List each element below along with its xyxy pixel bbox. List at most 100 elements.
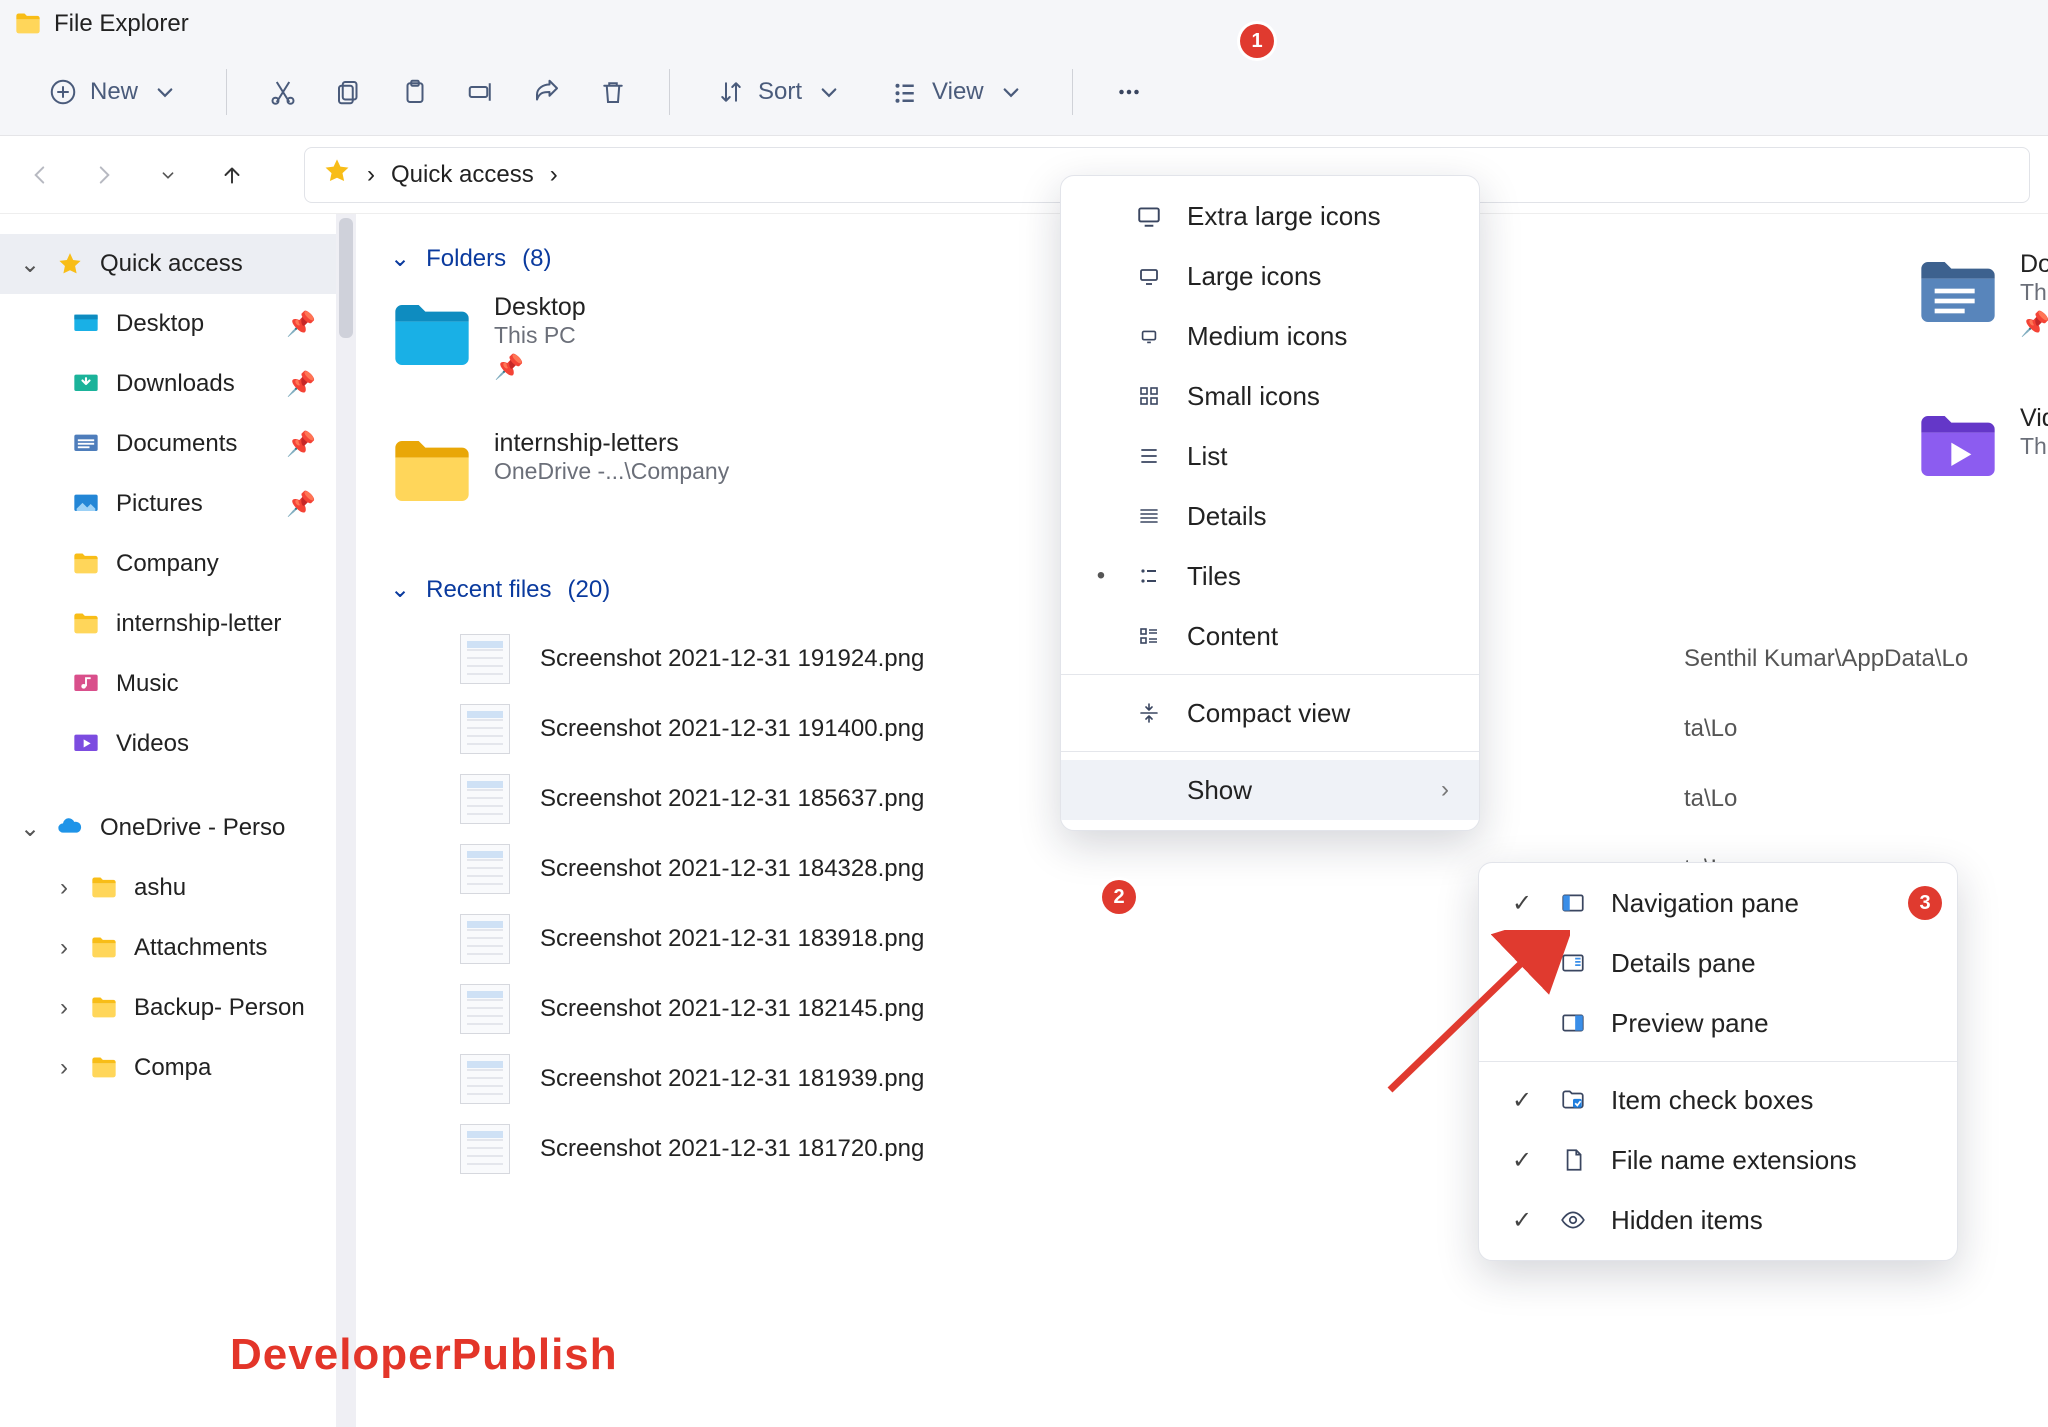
sidebar-item-ashu[interactable]: › ashu [0,858,336,918]
folder-sub: This PC [2020,279,2048,306]
menu-details[interactable]: Details [1061,486,1479,546]
music-icon [70,668,102,700]
sidebar-item-label: Attachments [134,934,316,962]
menu-label: Details [1187,501,1449,532]
share-button[interactable] [519,64,575,120]
file-path: ta\Lo [1684,785,2014,813]
toolbar-divider [226,69,227,115]
menu-tiles[interactable]: •Tiles [1061,546,1479,606]
sidebar-item-desktop[interactable]: Desktop 📌 [0,294,336,354]
content-icon [1133,620,1165,652]
videos-icon [70,728,102,760]
menu-small-icons[interactable]: Small icons [1061,366,1479,426]
check-icon: ✓ [1509,889,1535,918]
menu-medium-icons[interactable]: Medium icons [1061,306,1479,366]
menu-list[interactable]: List [1061,426,1479,486]
sidebar-item-backup[interactable]: › Backup- Person [0,978,336,1038]
sidebar-item-company[interactable]: Company [0,534,336,594]
menu-file-extensions[interactable]: ✓File name extensions [1479,1130,1957,1190]
nav-row: › Quick access › [0,136,2048,214]
sidebar-item-label: Videos [116,730,316,758]
menu-extra-large-icons[interactable]: Extra large icons [1061,186,1479,246]
menu-content[interactable]: Content [1061,606,1479,666]
folder-tile-internship[interactable]: internship-letters OneDrive -...\Company [390,429,870,525]
file-icon [1557,1144,1589,1176]
folder-name: Documents [2020,250,2048,279]
sidebar-scrollbar[interactable] [336,214,356,1427]
menu-label: Medium icons [1187,321,1449,352]
folder-icon [70,608,102,640]
back-button[interactable] [18,153,62,197]
navigation-pane[interactable]: ⌄ Quick access Desktop 📌 Downloads 📌 Doc… [0,214,336,1427]
menu-label: Large icons [1187,261,1449,292]
copy-button[interactable] [321,64,377,120]
sidebar-item-music[interactable]: Music [0,654,336,714]
chevron-down-icon: ⌄ [390,575,410,604]
menu-label: Preview pane [1611,1008,1927,1039]
folder-name: internship-letters [494,429,729,458]
chevron-down-icon: ⌄ [20,250,40,279]
up-button[interactable] [210,153,254,197]
paste-button[interactable] [387,64,443,120]
recent-dropdown[interactable] [146,153,190,197]
watermark-text: DeveloperPublish [230,1330,618,1380]
sort-label: Sort [758,78,802,106]
chevron-down-icon [150,77,180,107]
sidebar-item-internship[interactable]: internship-letter [0,594,336,654]
rename-button[interactable] [453,64,509,120]
new-label: New [90,78,138,106]
folder-sub: OneDrive -...\Company [494,458,729,485]
folder-sub: This PC [494,322,586,349]
menu-label: Compact view [1187,698,1449,729]
folder-tile-documents[interactable]: Documents This PC 📌 [1916,250,2048,346]
menu-navigation-pane[interactable]: ✓Navigation pane [1479,873,1957,933]
check-icon: ✓ [1509,1206,1535,1235]
tiles-icon [1133,560,1165,592]
grid-icon [1133,380,1165,412]
documents-icon [70,428,102,460]
file-thumb-icon [460,774,510,824]
annotation-badge-3: 3 [1908,886,1942,920]
sidebar-item-label: Compa [134,1054,316,1082]
menu-label: Small icons [1187,381,1449,412]
sidebar-item-label: internship-letter [116,610,316,638]
view-button[interactable]: View [872,63,1044,121]
folder-tile-videos[interactable]: Videos This PC [1916,404,2048,500]
folder-name: Videos [2020,404,2048,433]
sort-button[interactable]: Sort [698,63,862,121]
menu-compact-view[interactable]: Compact view [1061,683,1479,743]
sidebar-onedrive[interactable]: ⌄ OneDrive - Perso [0,798,336,858]
sidebar-item-compa[interactable]: › Compa [0,1038,336,1098]
downloads-icon [70,368,102,400]
menu-separator [1061,674,1479,675]
cut-button[interactable] [255,64,311,120]
menu-large-icons[interactable]: Large icons [1061,246,1479,306]
sidebar-item-pictures[interactable]: Pictures 📌 [0,474,336,534]
view-icon [890,77,920,107]
chevron-right-icon: › [54,934,74,962]
file-thumb-icon [460,634,510,684]
sidebar-item-attachments[interactable]: › Attachments [0,918,336,978]
plus-circle-icon [48,77,78,107]
sidebar-item-downloads[interactable]: Downloads 📌 [0,354,336,414]
onedrive-icon [54,812,86,844]
new-button[interactable]: New [30,63,198,121]
sidebar-item-label: Backup- Person [134,994,316,1022]
delete-button[interactable] [585,64,641,120]
menu-show[interactable]: Show› [1061,760,1479,820]
sidebar-quick-access[interactable]: ⌄ Quick access [0,234,336,294]
sidebar-item-documents[interactable]: Documents 📌 [0,414,336,474]
sort-icon [716,77,746,107]
annotation-arrow [1370,930,1570,1100]
sidebar-item-videos[interactable]: Videos [0,714,336,774]
eye-icon [1557,1204,1589,1236]
menu-hidden-items[interactable]: ✓Hidden items [1479,1190,1957,1250]
sidebar-item-label: Music [116,670,316,698]
forward-button[interactable] [82,153,126,197]
breadcrumb-location[interactable]: Quick access [391,161,534,189]
sidebar-item-label: Pictures [116,490,272,518]
list-icon [1133,440,1165,472]
folder-tile-desktop[interactable]: Desktop This PC 📌 [390,293,870,389]
more-button[interactable] [1101,64,1157,120]
file-path: Senthil Kumar\AppData\Lo [1684,645,2014,673]
